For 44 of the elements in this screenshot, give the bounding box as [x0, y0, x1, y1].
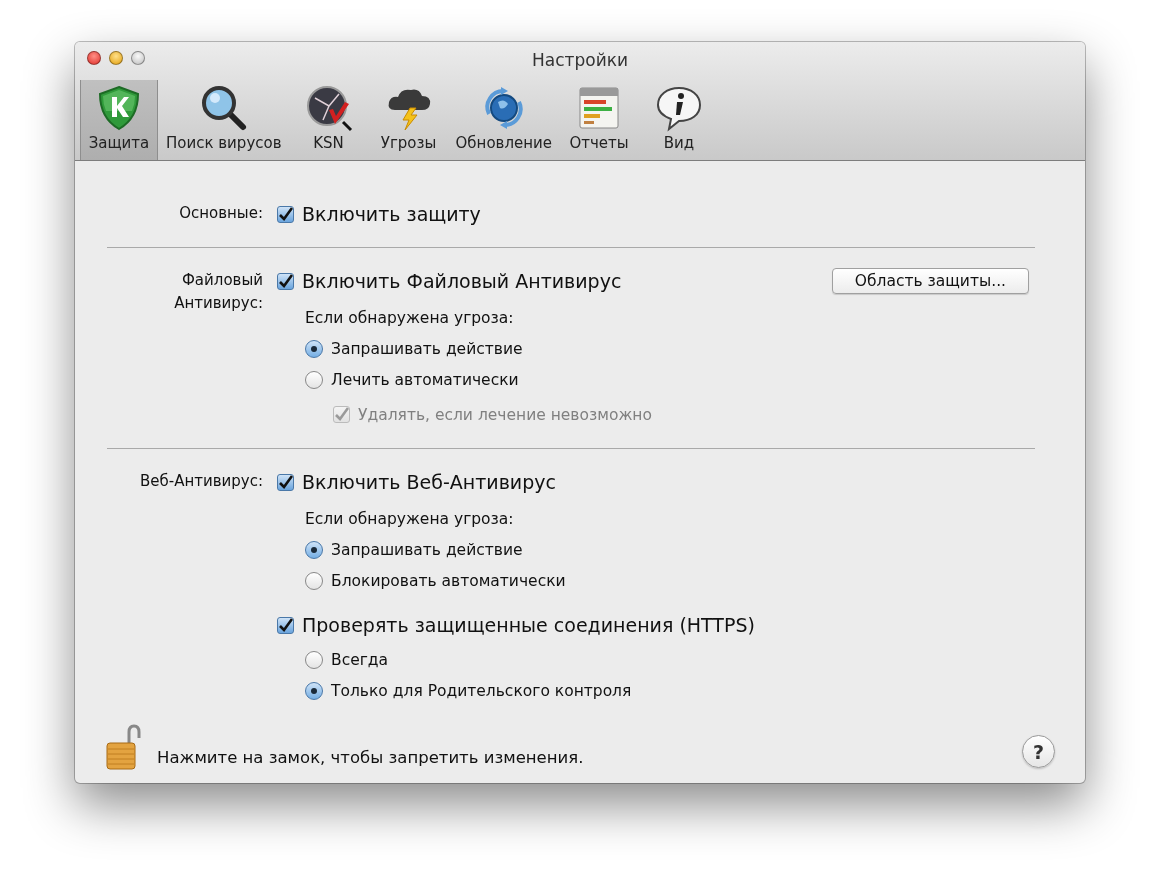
radio-button[interactable] — [305, 681, 323, 700]
zoom-button[interactable] — [131, 51, 145, 65]
radio-button[interactable] — [305, 540, 323, 559]
section-label: Файловый Антивирус: — [173, 270, 263, 314]
checkbox-label: Включить защиту — [302, 203, 481, 225]
checkbox[interactable] — [277, 205, 294, 223]
radio-label: Только для Родительского контроля — [331, 681, 632, 700]
radio-button[interactable] — [305, 339, 323, 358]
help-button[interactable]: ? — [1022, 735, 1055, 768]
lock-hint-text: Нажмите на замок, чтобы запретить изменения. — [157, 748, 584, 769]
info-bubble-icon — [655, 84, 704, 132]
checkbox-label: Включить Файловый Антивирус — [302, 270, 622, 292]
window-title: Настройки — [532, 50, 628, 70]
scope-button[interactable]: Область защиты... — [831, 268, 1029, 294]
toolbar-tab[interactable]: Отчеты — [560, 80, 639, 160]
section-label: Веб-Антивирус: — [139, 471, 263, 492]
checkbox[interactable] — [277, 616, 294, 634]
radio-button[interactable] — [305, 370, 323, 389]
radio-label: Лечить автоматически — [331, 370, 519, 389]
caption-text: Если обнаружена угроза: — [305, 509, 514, 528]
radio-label: Запрашивать действие — [331, 540, 523, 559]
close-button[interactable] — [87, 51, 101, 65]
radio-button[interactable] — [305, 571, 323, 590]
toolbar-tab[interactable]: Обновление — [449, 80, 559, 160]
toolbar-tab[interactable]: Вид — [640, 80, 719, 160]
radio-label: Всегда — [331, 650, 389, 669]
radio-button[interactable] — [305, 650, 323, 669]
checkbox[interactable] — [277, 473, 294, 491]
minimize-button[interactable] — [109, 51, 123, 65]
checkbox-label: Проверять защищенные соединения (HTTPS) — [302, 614, 755, 636]
toolbar-tab[interactable]: Защита — [80, 80, 158, 160]
sphere-icon — [304, 84, 353, 132]
toolbar-tab[interactable]: Угрозы — [369, 80, 448, 160]
section-label: Основные: — [179, 203, 263, 224]
padlock-icon[interactable] — [105, 724, 141, 770]
toolbar-tab[interactable]: Поиск вирусов — [160, 80, 288, 160]
checkbox-label: Удалять, если лечение невозможно — [358, 405, 652, 424]
radio-label: Запрашивать действие — [331, 339, 523, 358]
checkbox-label: Включить Веб-Антивирус — [302, 471, 556, 493]
checkbox[interactable] — [277, 272, 294, 290]
toolbar-tab[interactable]: KSN — [289, 80, 368, 160]
caption-text: Если обнаружена угроза: — [305, 308, 514, 327]
magnifier-icon — [199, 84, 248, 132]
radio-label: Блокировать автоматически — [331, 571, 566, 590]
